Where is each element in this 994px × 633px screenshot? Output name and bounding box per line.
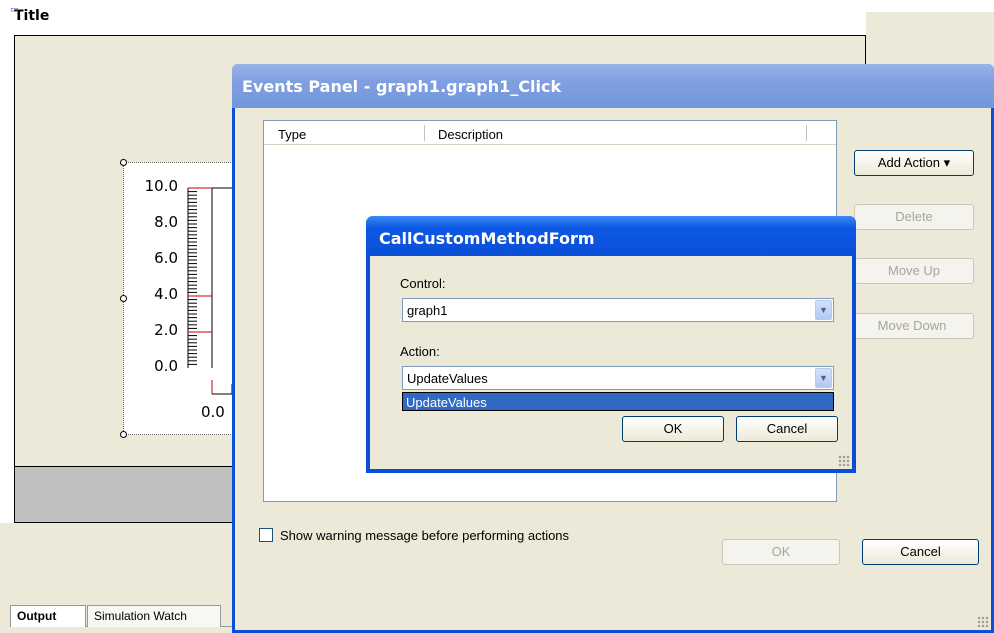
list-header: Type Description xyxy=(264,121,836,145)
dropdown-option-updatevalues[interactable]: UpdateValues xyxy=(402,392,834,411)
y-scale-ruler xyxy=(187,187,233,395)
tab-output[interactable]: Output xyxy=(10,605,86,627)
dialog-title: CallCustomMethodForm xyxy=(379,229,595,248)
add-action-button[interactable]: Add Action ▾ xyxy=(854,150,974,176)
action-value: UpdateValues xyxy=(407,371,488,386)
tab-simulation-watch[interactable]: Simulation Watch xyxy=(87,605,221,627)
column-divider[interactable] xyxy=(424,125,425,141)
ok-button[interactable]: OK xyxy=(722,539,840,565)
action-combobox[interactable]: UpdateValues ▼ xyxy=(402,366,834,390)
column-divider[interactable] xyxy=(806,125,807,141)
call-custom-method-dialog: CallCustomMethodForm Control: graph1 ▼ A… xyxy=(366,216,856,473)
move-down-button[interactable]: Move Down xyxy=(850,313,974,339)
dropdown-arrow-icon[interactable]: ▼ xyxy=(815,300,832,320)
cancel-button[interactable]: Cancel xyxy=(862,539,979,565)
control-combobox[interactable]: graph1 ▼ xyxy=(402,298,834,322)
column-description[interactable]: Description xyxy=(438,127,503,142)
dialog-titlebar[interactable]: CallCustomMethodForm xyxy=(366,216,856,256)
resize-grip-icon[interactable] xyxy=(977,616,989,628)
warning-checkbox-label: Show warning message before performing a… xyxy=(280,528,570,543)
dialog-ok-button[interactable]: OK xyxy=(622,416,724,442)
delete-button[interactable]: Delete xyxy=(854,204,974,230)
dropdown-arrow-icon[interactable]: ▼ xyxy=(815,368,832,388)
dialog-cancel-button[interactable]: Cancel xyxy=(736,416,838,442)
control-label: Control: xyxy=(400,276,446,291)
graph-scale xyxy=(187,187,233,395)
events-panel-titlebar[interactable]: Events Panel - graph1.graph1_Click xyxy=(232,64,994,108)
action-label: Action: xyxy=(400,344,440,359)
events-panel-title: Events Panel - graph1.graph1_Click xyxy=(242,77,562,96)
control-value: graph1 xyxy=(407,303,448,318)
resize-grip-icon[interactable] xyxy=(838,455,850,467)
column-type[interactable]: Type xyxy=(278,127,306,142)
move-up-button[interactable]: Move Up xyxy=(854,258,974,284)
x-tick-label: 0.0 xyxy=(201,403,225,421)
warning-checkbox[interactable] xyxy=(259,528,273,542)
